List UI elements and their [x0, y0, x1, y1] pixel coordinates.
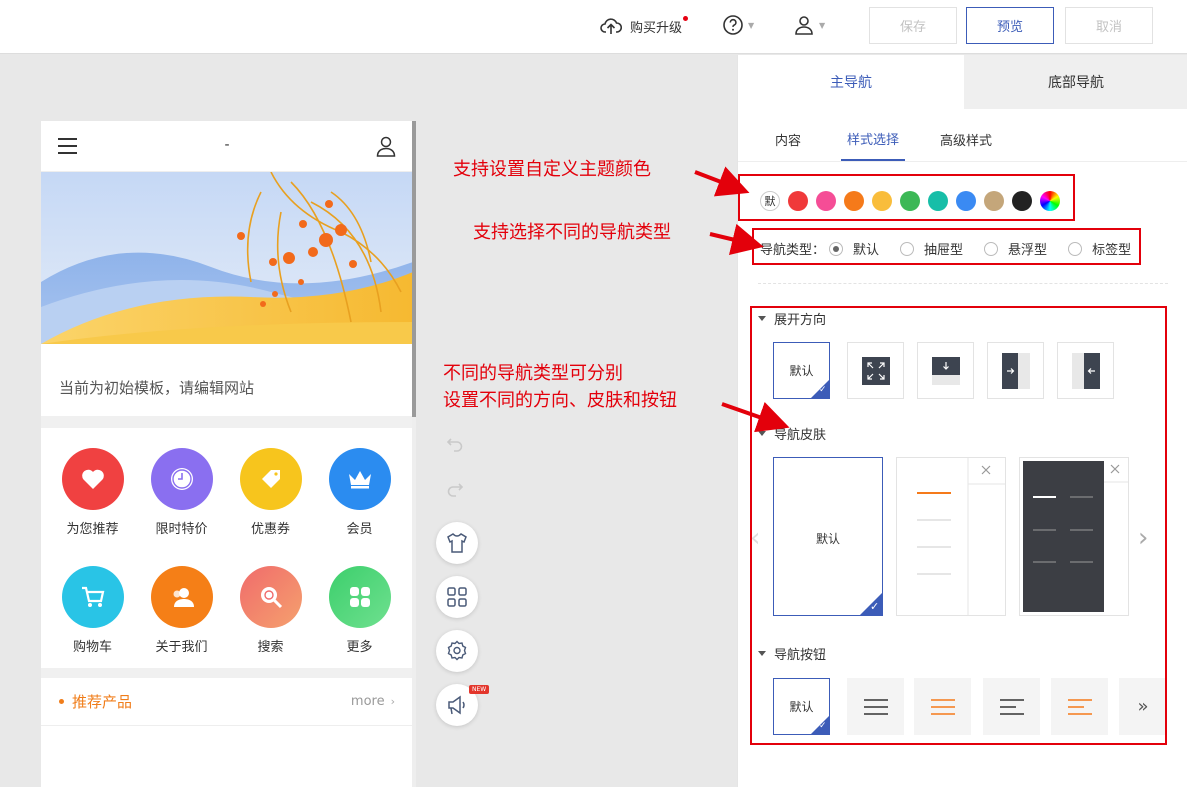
subtab-advanced[interactable]: 高级样式 [940, 117, 992, 161]
top-bar: 购买升级 ▼ ▼ 保存 预览 取消 [0, 0, 1187, 54]
grid-item-cart[interactable]: 购物车 [48, 566, 137, 668]
account-button[interactable]: ▼ [793, 14, 825, 36]
preview-button[interactable]: 预览 [966, 7, 1054, 44]
shirt-icon [447, 533, 467, 553]
template-notice: 当前为初始模板，请编辑网站 [59, 378, 255, 397]
annotation-text-navtype: 支持选择不同的导航类型 [473, 222, 671, 243]
grid-item-label: 会员 [346, 522, 373, 537]
grid-item-about[interactable]: 关于我们 [137, 566, 226, 668]
grid-item-member[interactable]: 会员 [315, 448, 404, 550]
grid-item-search[interactable]: 搜索 [226, 566, 315, 668]
gear-icon [447, 640, 467, 661]
chevron-down-icon: ▼ [819, 20, 826, 30]
grid-icon [447, 587, 467, 607]
grid-item-coupon[interactable]: 优惠券 [226, 448, 315, 550]
annotation-text-options-1: 不同的导航类型可分别 [443, 363, 623, 384]
new-badge: NEW [469, 685, 490, 694]
banner-image[interactable] [41, 172, 413, 344]
grid-item-label: 优惠券 [250, 522, 290, 537]
redo-icon[interactable] [446, 481, 464, 497]
cart-icon [61, 566, 124, 628]
grid-item-label: 购物车 [72, 640, 112, 655]
heart-icon [61, 448, 124, 510]
modules-button[interactable] [436, 576, 478, 618]
grid-item-label: 限时特价 [155, 522, 208, 537]
grid-icon [328, 566, 391, 628]
people-icon [150, 566, 213, 628]
subtab-style[interactable]: 样式选择 [841, 117, 906, 161]
search-icon [239, 566, 302, 628]
annotation-box-colors [738, 174, 1075, 221]
help-button[interactable]: ▼ [722, 14, 754, 36]
phone-header: - [41, 121, 413, 172]
tag-icon [239, 448, 302, 510]
grid-item-label: 为您推荐 [66, 522, 119, 537]
phone-scrollbar-thumb[interactable] [412, 121, 416, 417]
more-label: more [350, 694, 385, 709]
save-button[interactable]: 保存 [869, 7, 957, 44]
annotation-box-navtype [752, 228, 1141, 265]
recommend-title: 推荐产品 [59, 691, 132, 712]
upgrade-label: 购买升级 [630, 20, 683, 36]
annotation-text-colors: 支持设置自定义主题颜色 [453, 159, 651, 180]
grid-item-label: 关于我们 [155, 640, 208, 655]
phone-preview: - 当前为初始模板，请编辑网站 为您推荐 限时特价 优惠券 会员 购物车 关于我… [41, 121, 413, 787]
subtab-content[interactable]: 内容 [775, 117, 801, 161]
grid-item-label: 更多 [346, 640, 373, 655]
cancel-button[interactable]: 取消 [1065, 7, 1153, 44]
upgrade-button[interactable]: 购买升级 [600, 14, 689, 38]
grid-item-label: 搜索 [257, 640, 284, 655]
user-icon[interactable] [375, 135, 397, 157]
help-icon [723, 15, 743, 35]
recommend-more-link[interactable]: more › [351, 694, 395, 709]
recommend-section-header: 推荐产品 more › [41, 678, 413, 726]
undo-icon[interactable] [446, 436, 464, 452]
clock-icon [150, 448, 213, 510]
grid-item-sale[interactable]: 限时特价 [137, 448, 226, 550]
quick-nav-grid: 为您推荐 限时特价 优惠券 会员 购物车 关于我们 搜索 更多 [41, 428, 413, 668]
annotation-text-options-2: 设置不同的方向、皮肤和按钮 [443, 390, 677, 411]
chevron-right-icon: › [390, 695, 395, 708]
phone-scrollbar-track [412, 417, 416, 787]
tab-main-nav[interactable]: 主导航 [738, 55, 964, 109]
annotation-box-options [750, 306, 1167, 745]
crown-icon [328, 448, 391, 510]
grid-item-recommend[interactable]: 为您推荐 [48, 448, 137, 550]
cloud-upload-icon [600, 18, 622, 34]
theme-button[interactable] [436, 522, 478, 564]
megaphone-icon [448, 695, 465, 715]
banner-illustration [41, 172, 413, 344]
user-icon [795, 16, 813, 35]
tab-bottom-nav[interactable]: 底部导航 [964, 55, 1187, 109]
site-title: - [224, 137, 230, 153]
settings-button[interactable] [436, 630, 478, 672]
grid-item-more[interactable]: 更多 [315, 566, 404, 668]
chevron-down-icon: ▼ [748, 20, 755, 30]
notification-dot [683, 16, 689, 21]
